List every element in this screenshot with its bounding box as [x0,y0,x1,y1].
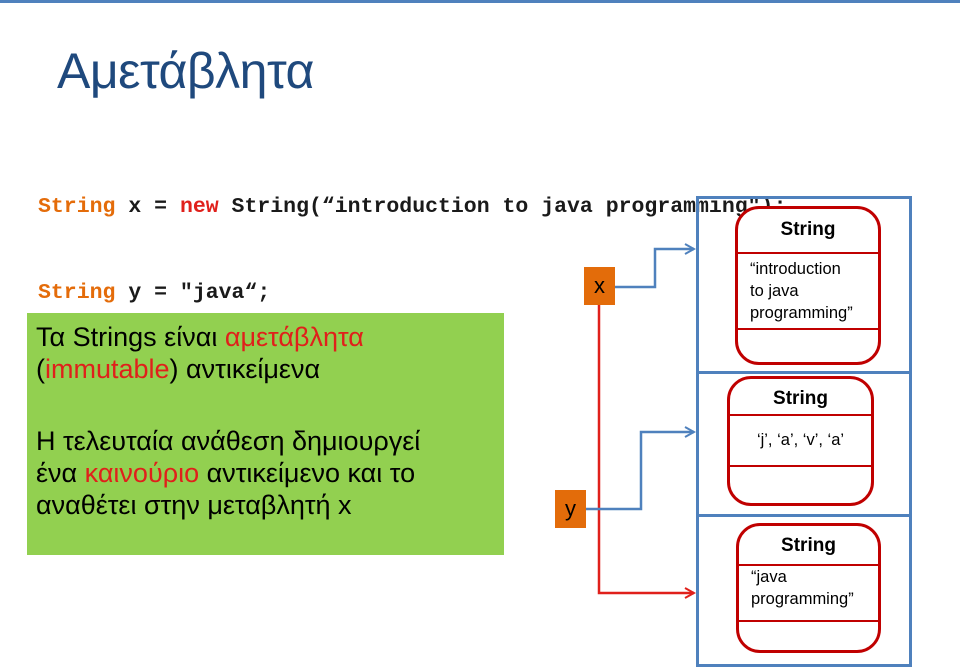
string-object-java-programming: String “java programming” [736,523,881,653]
variable-x-label: x [594,273,605,298]
y-reference-arrow [586,432,694,511]
object-value: “introduction to java programming” [750,260,853,322]
heap-divider [696,514,912,517]
heap-divider [696,371,912,374]
string-object-introduction: String “introduction to java programming… [735,206,881,365]
object-type-label: String [773,388,828,409]
object-divider [738,252,878,254]
x-new-reference-arrow [597,305,694,593]
object-type-label: String [780,219,836,240]
object-divider [738,328,878,330]
object-value: ‘j’, ‘a’, ‘v’, ‘a’ [756,431,845,449]
variable-x-box: x [584,267,615,305]
object-divider [730,465,871,467]
string-object-java: String ‘j’, ‘a’, ‘v’, ‘a’ [727,376,874,506]
x-old-reference-arrow [615,249,694,289]
object-divider [739,620,878,622]
object-value: “java programming” [751,568,854,608]
object-divider [730,414,871,416]
variable-y-box: y [555,490,586,528]
object-type-label: String [781,535,836,556]
variable-y-label: y [565,496,576,521]
